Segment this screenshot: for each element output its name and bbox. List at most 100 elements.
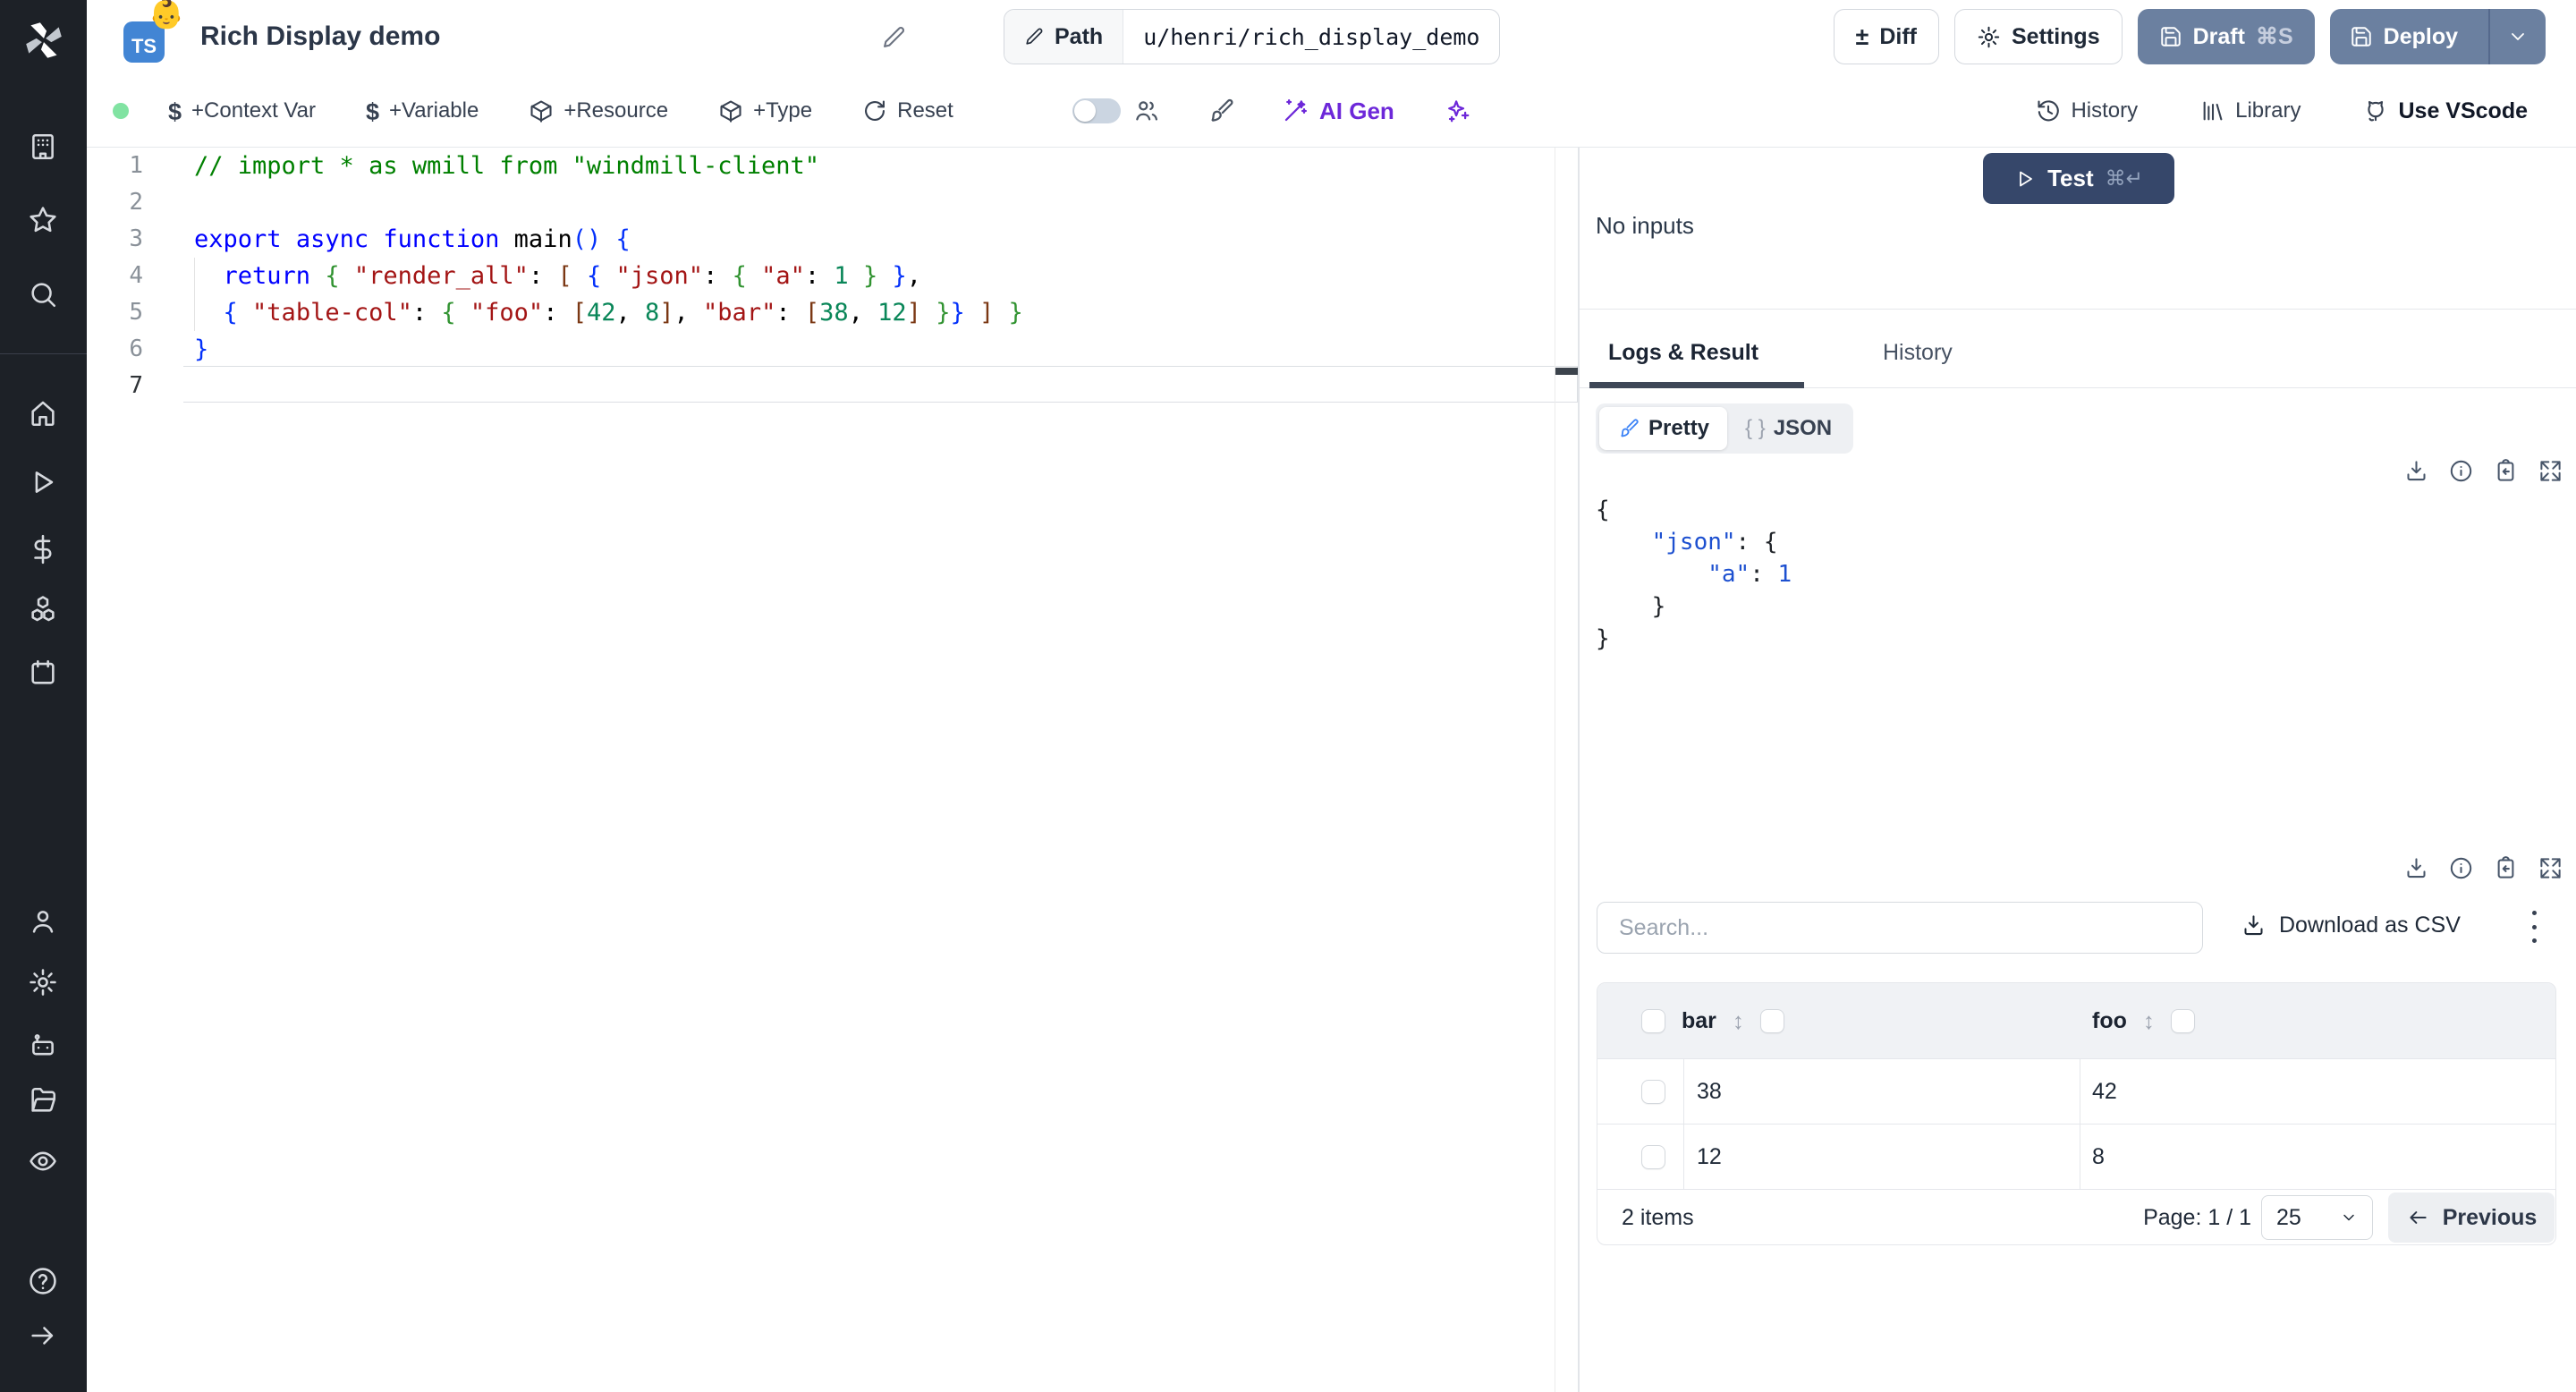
top-header: TS 👶 Rich Display demo Path u/henri/rich… [87,0,2576,75]
page-title: Rich Display demo [200,21,441,51]
column-checkbox[interactable] [2170,1008,2195,1033]
table-search-input[interactable] [1597,902,2203,954]
row-checkbox[interactable] [1641,1080,1665,1104]
collaborators-icon[interactable] [1133,98,1160,124]
add-variable-button[interactable]: $ +Variable [366,98,479,125]
reset-label: Reset [897,98,953,123]
help-icon[interactable] [28,1266,58,1296]
table-footer: 2 items Page: 1 / 1 25 Previous [1597,1189,2555,1245]
page-size-select[interactable]: 25 [2261,1195,2373,1240]
path-button[interactable]: Path u/henri/rich_display_demo [1004,9,1501,64]
runs-play-icon[interactable] [28,467,58,497]
code-line-5: { "table-col": { "foo": [42, 8], "bar": … [223,299,1023,327]
result-json-line: "json": { [1651,529,1778,556]
sort-icon[interactable]: ↕ [1733,1009,1744,1032]
windmill-logo[interactable] [21,18,66,63]
settings-gear-icon[interactable] [28,967,58,997]
draft-button[interactable]: Draft ⌘S [2137,9,2315,64]
add-context-var-button[interactable]: $ +Context Var [168,98,316,125]
braces-icon: { } [1745,416,1766,440]
dollar-icon: $ [168,98,182,125]
result-json-line: } [1596,593,1666,620]
table-menu-kebab[interactable] [2529,911,2538,943]
table-header: bar ↕ foo ↕ [1597,983,2555,1058]
library-label: Library [2235,98,2301,123]
download-csv-button[interactable]: Download as CSV [2241,912,2461,938]
add-context-var-label: +Context Var [191,98,316,123]
result-format-toggle: Pretty { } JSON [1596,403,1854,454]
sparkles-icon[interactable] [1445,98,1471,124]
add-resource-button[interactable]: +Resource [529,98,668,123]
schedules-calendar-icon[interactable] [28,658,58,688]
column-header-bar[interactable]: bar [1682,1008,1716,1034]
library-button[interactable]: Library [2200,98,2301,123]
pretty-toggle-button[interactable]: Pretty [1599,407,1728,450]
download-csv-label: Download as CSV [2279,912,2461,938]
ai-gen-button[interactable]: AI Gen [1282,98,1394,125]
expand-icon[interactable] [2538,856,2563,880]
table-row[interactable]: 38 42 [1597,1058,2555,1125]
history-button[interactable]: History [2036,98,2138,123]
resources-boxes-icon[interactable] [28,594,58,624]
add-resource-label: +Resource [564,98,669,123]
info-icon[interactable] [2449,459,2473,483]
diff-label: Diff [1879,23,1917,49]
library-icon [2203,101,2223,121]
draft-label: Draft [2192,23,2245,49]
copy-clipboard-icon[interactable] [2494,459,2518,483]
row-checkbox[interactable] [1641,1145,1665,1169]
collab-toggle[interactable] [1072,98,1121,123]
format-brush-icon[interactable] [1207,98,1233,124]
add-type-button[interactable]: +Type [718,98,812,123]
search-icon[interactable] [28,279,58,310]
test-run-button[interactable]: Test ⌘↵ [1983,153,2174,204]
deploy-label: Deploy [2383,23,2458,49]
deploy-button[interactable]: Deploy [2329,9,2546,64]
users-icon[interactable] [28,906,58,937]
deploy-main[interactable]: Deploy [2330,9,2478,64]
column-checkbox[interactable] [1759,1008,1784,1033]
home-icon[interactable] [28,398,58,429]
reset-button[interactable]: Reset [862,98,953,123]
cell-bar: 12 [1697,1144,1722,1169]
workspace-building-icon[interactable] [28,132,58,162]
code-editor[interactable]: 1 2 3 4 5 6 7 // import * as wmill from … [87,148,1578,1392]
settings-button[interactable]: Settings [1953,9,2123,64]
page-size-value: 25 [2276,1204,2301,1230]
favorites-star-icon[interactable] [28,205,58,235]
code-line-4: return { "render_all": [ { "json": { "a"… [223,262,921,290]
audit-eye-icon[interactable] [28,1146,58,1176]
expand-sidebar-arrow-icon[interactable] [28,1320,58,1351]
json-toggle-button[interactable]: { } JSON [1727,407,1850,450]
expand-icon[interactable] [2538,459,2563,483]
tab-history[interactable]: History [1883,340,1953,366]
result-json-line: "a": 1 [1707,561,1792,588]
use-vscode-button[interactable]: Use VScode [2363,98,2528,124]
folders-icon[interactable] [28,1085,58,1116]
table-row[interactable]: 12 8 [1597,1124,2555,1190]
select-all-checkbox[interactable] [1641,1008,1665,1033]
info-icon[interactable] [2449,856,2473,880]
table-actions [2404,856,2563,880]
diff-button[interactable]: ± Diff [1833,9,1939,64]
save-icon [2351,27,2371,47]
download-icon[interactable] [2404,459,2428,483]
deploy-dropdown[interactable] [2488,9,2546,64]
tab-logs-result[interactable]: Logs & Result [1608,340,1758,366]
sidebar-divider [0,353,87,354]
variables-dollar-icon[interactable] [28,534,58,564]
copy-clipboard-icon[interactable] [2494,856,2518,880]
previous-label: Previous [2442,1204,2538,1230]
path-value: u/henri/rich_display_demo [1143,23,1480,50]
previous-page-button[interactable]: Previous [2388,1193,2555,1243]
line-number: 3 [129,225,143,252]
sort-icon[interactable]: ↕ [2143,1009,2155,1032]
code-line-6: } [194,335,209,363]
app-sidebar [0,0,87,1392]
settings-gear-icon [1978,26,2000,47]
edit-pencil-icon[interactable] [881,25,906,50]
download-icon[interactable] [2404,856,2428,880]
workers-robot-icon[interactable] [28,1031,58,1061]
chevron-down-icon [2512,33,2524,40]
column-header-foo[interactable]: foo [2092,1008,2127,1034]
